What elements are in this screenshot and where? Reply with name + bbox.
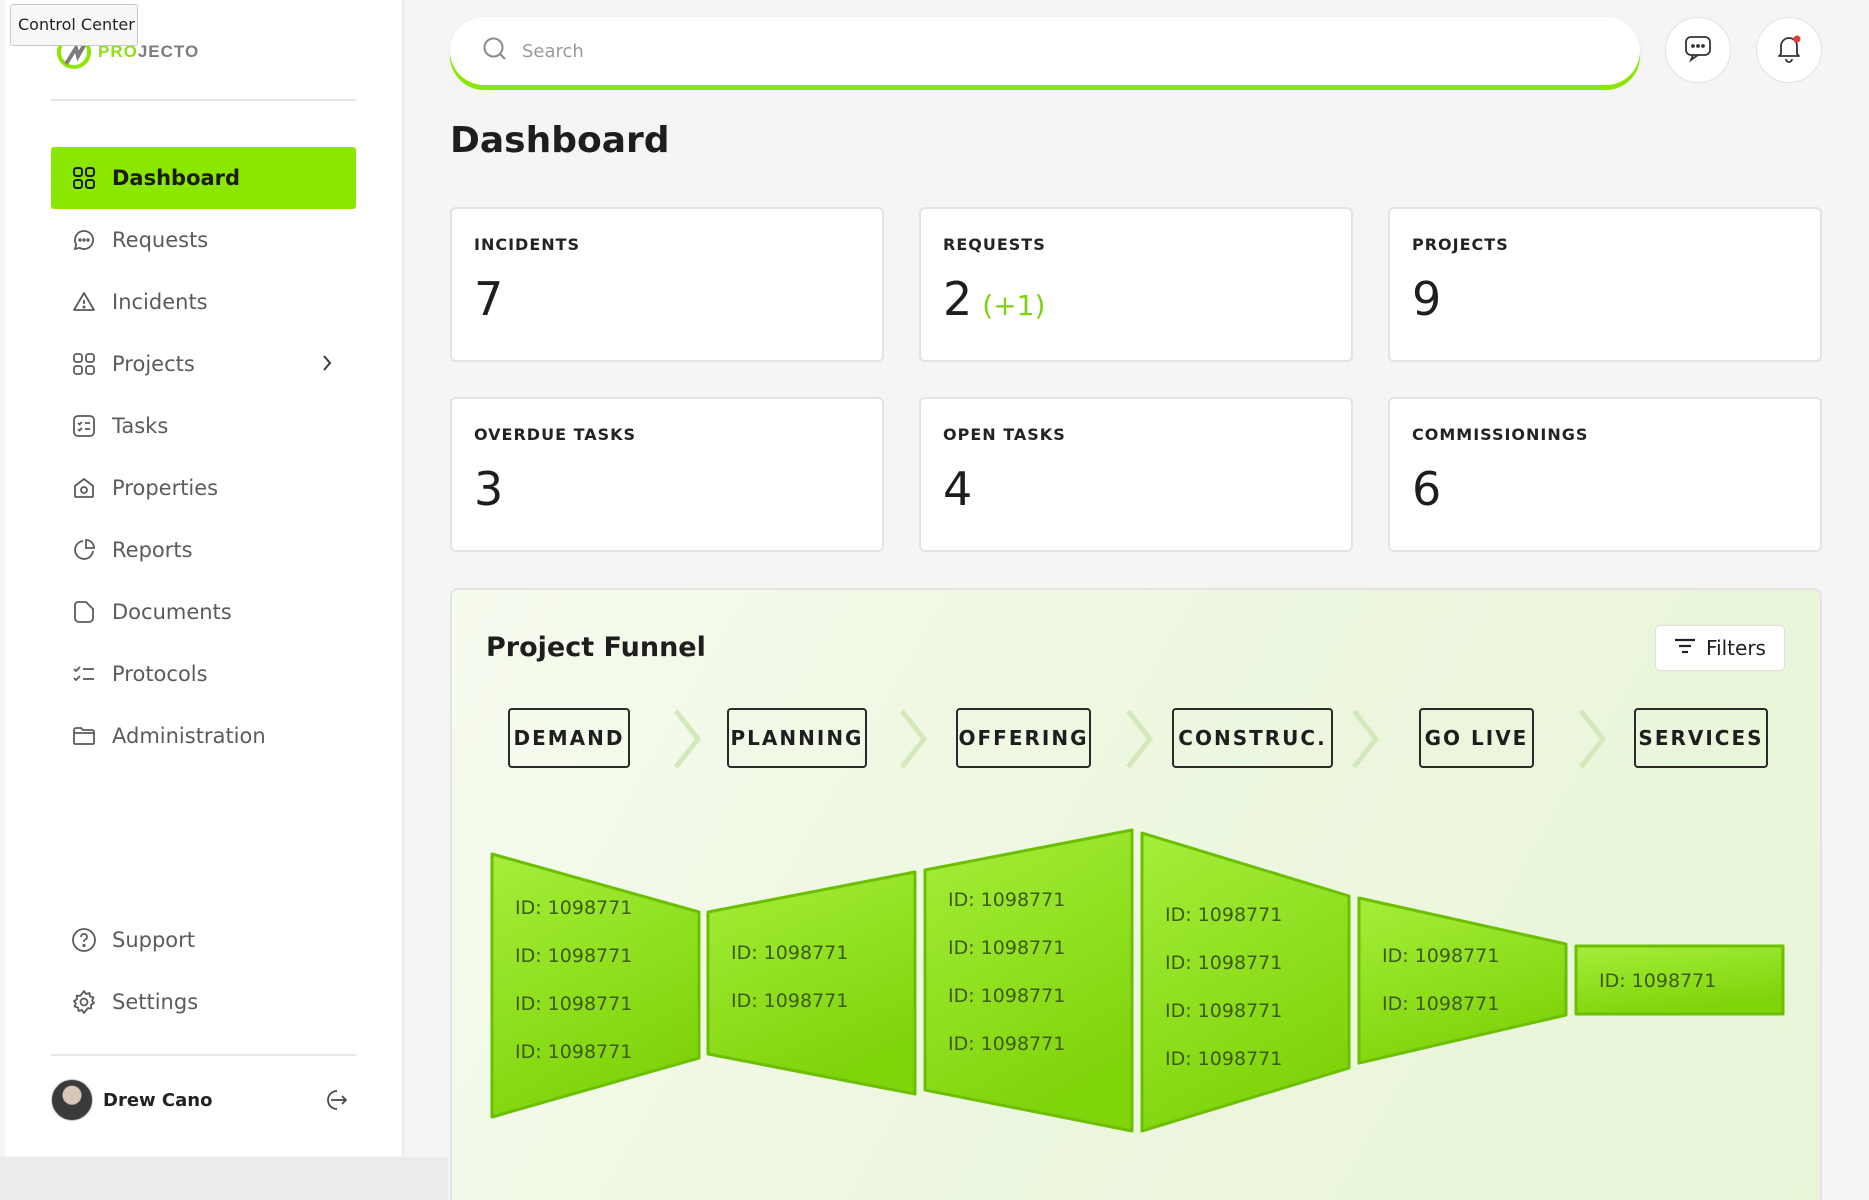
stat-card-projects[interactable]: PROJECTS 9	[1388, 207, 1822, 362]
sidebar-item-label: Administration	[112, 724, 266, 748]
funnel-column-4[interactable]	[1140, 831, 1351, 1133]
tooltip: Control Center	[10, 4, 138, 46]
stat-card-open-tasks[interactable]: OPEN TASKS 4	[919, 397, 1353, 552]
stat-delta: (+1)	[982, 289, 1046, 322]
stat-value: 7	[474, 272, 504, 326]
sidebar-item-label: Projects	[112, 352, 195, 376]
stat-label: OVERDUE TASKS	[474, 425, 637, 444]
window-footer	[0, 1157, 448, 1200]
sidebar-item-reports[interactable]: Reports	[51, 519, 356, 581]
stat-label: PROJECTS	[1412, 235, 1509, 254]
list-check-icon	[71, 661, 97, 687]
user-profile: Drew Cano	[51, 1078, 356, 1122]
funnel-column-5[interactable]	[1357, 896, 1568, 1065]
project-id-label[interactable]: ID: 1098771	[515, 1041, 632, 1063]
divider	[51, 1054, 356, 1056]
sidebar-item-tasks[interactable]: Tasks	[51, 395, 356, 457]
search-bar[interactable]	[450, 17, 1640, 85]
project-id-label[interactable]: ID: 1098771	[1165, 1000, 1282, 1022]
stat-label: INCIDENTS	[474, 235, 581, 254]
search-input[interactable]	[522, 40, 1522, 62]
project-id-label[interactable]: ID: 1098771	[731, 990, 848, 1012]
stat-card-commissionings[interactable]: COMMISSIONINGS 6	[1388, 397, 1822, 552]
search-icon	[482, 36, 508, 66]
stat-value: 3	[474, 462, 504, 516]
chat-icon	[1683, 33, 1713, 67]
project-id-label[interactable]: ID: 1098771	[948, 889, 1065, 911]
folder-icon	[71, 723, 97, 749]
sidebar-item-settings[interactable]: Settings	[51, 971, 356, 1033]
sidebar-item-label: Requests	[112, 228, 209, 252]
grid-icon	[71, 165, 97, 191]
sidebar-item-label: Protocols	[112, 662, 208, 686]
project-id-label[interactable]: ID: 1098771	[948, 937, 1065, 959]
sidebar-item-administration[interactable]: Administration	[51, 705, 356, 767]
project-id-label[interactable]: ID: 1098771	[948, 1033, 1065, 1055]
project-id-label[interactable]: ID: 1098771	[1382, 993, 1499, 1015]
stat-value: 2	[943, 272, 973, 326]
sidebar-item-dashboard[interactable]: Dashboard	[51, 147, 356, 209]
page-title: Dashboard	[450, 120, 670, 161]
chevron-right-icon[interactable]	[320, 352, 334, 379]
sidebar-item-label: Properties	[112, 476, 219, 500]
sidebar-item-properties[interactable]: Properties	[51, 457, 356, 519]
warning-icon	[71, 289, 97, 315]
stat-value: 4	[943, 462, 973, 516]
sidebar-item-label: Support	[112, 928, 196, 952]
stat-card-incidents[interactable]: INCIDENTS 7	[450, 207, 884, 362]
sidebar-item-requests[interactable]: Requests	[51, 209, 356, 271]
avatar[interactable]	[51, 1079, 93, 1121]
sidebar-item-label: Documents	[112, 600, 232, 624]
sidebar-item-label: Incidents	[112, 290, 208, 314]
funnel-column-3[interactable]	[923, 828, 1134, 1133]
stat-label: COMMISSIONINGS	[1412, 425, 1589, 444]
stat-value: 6	[1412, 462, 1442, 516]
grid-icon	[71, 351, 97, 377]
project-id-label[interactable]: ID: 1098771	[1165, 904, 1282, 926]
sidebar-item-incidents[interactable]: Incidents	[51, 271, 356, 333]
project-id-label[interactable]: ID: 1098771	[1599, 970, 1716, 992]
funnel-chart: ID: 1098771 ID: 1098771 ID: 1098771 ID: 109…	[490, 828, 1785, 1133]
project-id-label[interactable]: ID: 1098771	[1165, 952, 1282, 974]
sidebar-item-protocols[interactable]: Protocols	[51, 643, 356, 705]
messages-button[interactable]	[1665, 17, 1731, 83]
secondary-nav: Support Settings	[51, 909, 356, 1033]
sidebar-item-label: Reports	[112, 538, 193, 562]
stat-value: 9	[1412, 272, 1442, 326]
stat-card-requests[interactable]: REQUESTS 2 (+1)	[919, 207, 1353, 362]
notifications-button[interactable]	[1756, 17, 1822, 83]
help-icon	[71, 927, 97, 953]
pie-chart-icon	[71, 537, 97, 563]
project-id-label[interactable]: ID: 1098771	[515, 945, 632, 967]
sidebar-item-projects[interactable]: Projects	[51, 333, 356, 395]
sidebar-item-label: Dashboard	[112, 166, 241, 190]
bell-icon	[1774, 33, 1804, 67]
project-funnel-panel: Project Funnel Filters DEMAND PLANNING O…	[450, 588, 1822, 1200]
project-id-label[interactable]: ID: 1098771	[948, 985, 1065, 1007]
stat-label: REQUESTS	[943, 235, 1046, 254]
document-icon	[71, 599, 97, 625]
sidebar-item-documents[interactable]: Documents	[51, 581, 356, 643]
funnel-column-2[interactable]	[706, 870, 917, 1096]
project-id-label[interactable]: ID: 1098771	[731, 942, 848, 964]
gear-icon	[71, 989, 97, 1015]
sidebar-item-label: Settings	[112, 990, 199, 1014]
funnel-column-1[interactable]	[490, 852, 701, 1119]
project-id-label[interactable]: ID: 1098771	[1165, 1048, 1282, 1070]
chat-bubble-icon	[71, 227, 97, 253]
sidebar: PROJECTO Dashboard Requests Incidents Pr…	[5, 0, 404, 1156]
main-nav: Dashboard Requests Incidents Projects Ta…	[51, 147, 356, 767]
checklist-icon	[71, 413, 97, 439]
stat-label: OPEN TASKS	[943, 425, 1066, 444]
project-id-label[interactable]: ID: 1098771	[515, 993, 632, 1015]
stat-card-overdue-tasks[interactable]: OVERDUE TASKS 3	[450, 397, 884, 552]
divider	[51, 99, 356, 101]
project-id-label[interactable]: ID: 1098771	[1382, 945, 1499, 967]
house-icon	[71, 475, 97, 501]
user-name: Drew Cano	[103, 1089, 213, 1111]
sidebar-item-label: Tasks	[112, 414, 169, 438]
logout-icon[interactable]	[322, 1088, 348, 1116]
project-id-label[interactable]: ID: 1098771	[515, 897, 632, 919]
sidebar-item-support[interactable]: Support	[51, 909, 356, 971]
